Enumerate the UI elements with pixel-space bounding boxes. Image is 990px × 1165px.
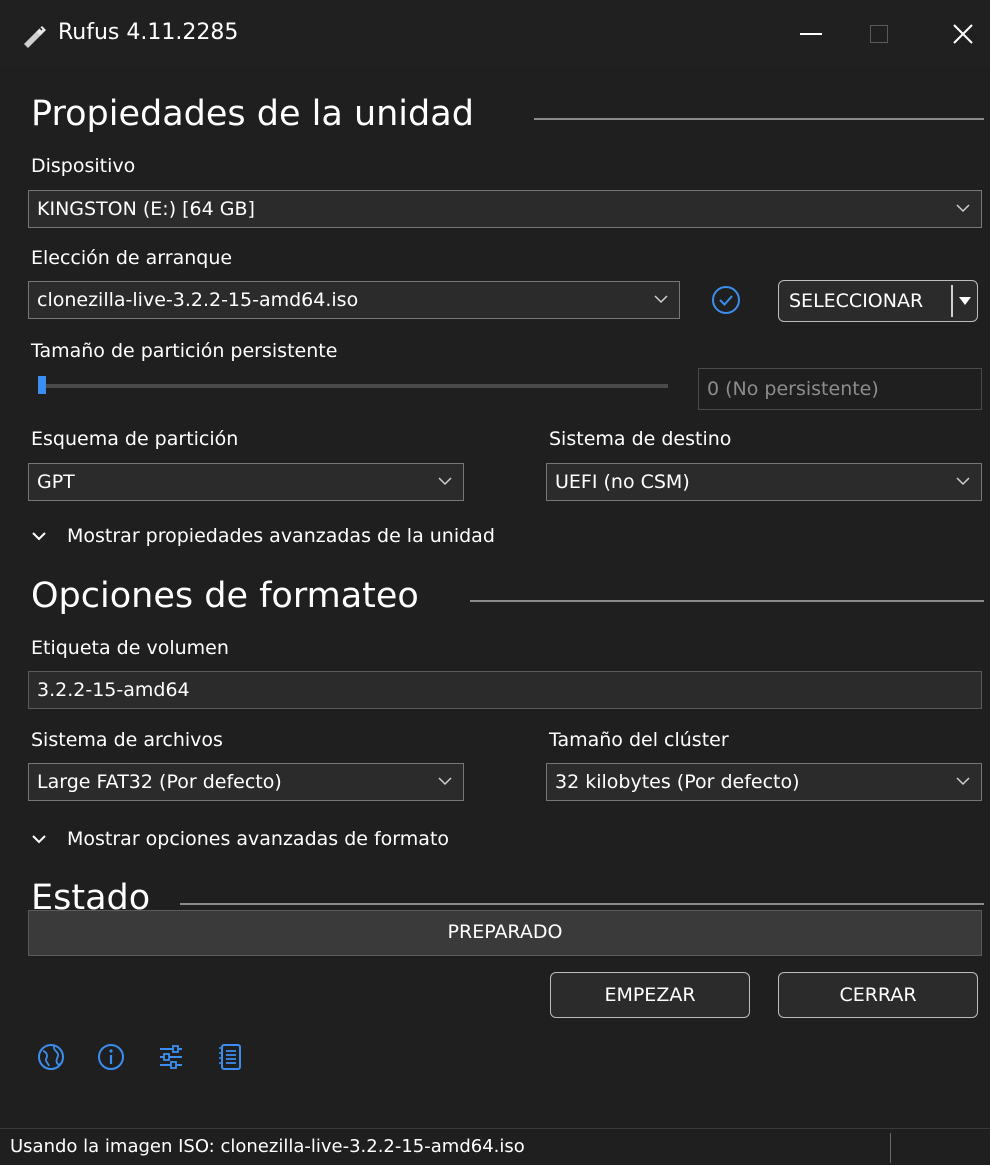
chevron-down-icon — [32, 532, 46, 541]
device-label: Dispositivo — [31, 155, 136, 177]
status-text: PREPARADO — [447, 921, 563, 943]
file-system-value: Large FAT32 (Por defecto) — [37, 771, 282, 793]
minimize-icon — [800, 33, 822, 35]
close-button[interactable]: CERRAR — [778, 972, 978, 1018]
target-system-value: UEFI (no CSM) — [555, 471, 690, 493]
globe-icon[interactable] — [36, 1042, 66, 1072]
usb-drive-icon — [24, 26, 46, 48]
maximize-button[interactable] — [848, 0, 910, 68]
volume-label-value: 3.2.2-15-amd64 — [37, 679, 190, 701]
volume-label-label: Etiqueta de volumen — [31, 637, 229, 659]
chevron-down-icon — [654, 295, 668, 304]
dropdown-arrow-icon[interactable] — [957, 295, 973, 307]
section-divider — [534, 118, 984, 120]
target-system-label: Sistema de destino — [549, 428, 732, 450]
chevron-down-icon — [956, 204, 970, 213]
partition-scheme-dropdown[interactable]: GPT — [28, 463, 464, 501]
status-progress-bar: PREPARADO — [28, 910, 982, 956]
advanced-format-options-label: Mostrar opciones avanzadas de formato — [67, 828, 450, 850]
status-bar-divider — [890, 1133, 891, 1163]
boot-selection-label: Elección de arranque — [31, 247, 233, 269]
device-dropdown[interactable]: KINGSTON (E:) [64 GB] — [28, 190, 982, 228]
persistent-size-field: 0 (No persistente) — [698, 368, 982, 410]
log-icon[interactable] — [216, 1042, 246, 1072]
slider-thumb[interactable] — [38, 376, 46, 394]
format-options-heading: Opciones de formateo — [31, 576, 419, 616]
volume-label-input[interactable]: 3.2.2-15-amd64 — [28, 671, 982, 709]
target-system-dropdown[interactable]: UEFI (no CSM) — [546, 463, 982, 501]
advanced-drive-properties-label: Mostrar propiedades avanzadas de la unid… — [67, 525, 495, 547]
maximize-icon — [870, 25, 888, 43]
drive-properties-heading: Propiedades de la unidad — [31, 94, 474, 134]
partition-scheme-label: Esquema de partición — [31, 428, 239, 450]
chevron-down-icon — [32, 835, 46, 844]
info-icon[interactable] — [96, 1042, 126, 1072]
advanced-drive-properties-toggle[interactable]: Mostrar propiedades avanzadas de la unid… — [31, 522, 495, 550]
device-value: KINGSTON (E:) [64 GB] — [37, 198, 255, 220]
status-bar: Usando la imagen ISO: clonezilla-live-3.… — [0, 1128, 990, 1165]
title-bar: Rufus 4.11.2285 — [0, 0, 990, 68]
close-button-label: CERRAR — [839, 984, 917, 1006]
section-divider — [180, 903, 984, 905]
persistent-size-label: Tamaño de partición persistente — [31, 340, 338, 362]
partition-scheme-value: GPT — [37, 471, 75, 493]
close-icon — [953, 24, 973, 44]
check-circle-icon[interactable] — [710, 284, 742, 316]
start-button[interactable]: EMPEZAR — [550, 972, 750, 1018]
persistent-size-slider[interactable] — [38, 384, 668, 388]
chevron-down-icon — [438, 777, 452, 786]
section-divider — [470, 600, 984, 602]
minimize-button[interactable] — [780, 0, 842, 68]
settings-sliders-icon[interactable] — [156, 1042, 186, 1072]
close-window-button[interactable] — [932, 0, 990, 68]
main-content: Propiedades de la unidad Dispositivo KIN… — [0, 68, 990, 1128]
advanced-format-options-toggle[interactable]: Mostrar opciones avanzadas de formato — [31, 825, 449, 853]
file-system-dropdown[interactable]: Large FAT32 (Por defecto) — [28, 763, 464, 801]
persistent-size-value: 0 (No persistente) — [707, 378, 879, 400]
cluster-size-label: Tamaño del clúster — [549, 729, 729, 751]
select-image-button[interactable]: SELECCIONAR — [778, 280, 978, 322]
start-button-label: EMPEZAR — [604, 984, 696, 1006]
split-divider — [951, 285, 953, 317]
select-button-label: SELECCIONAR — [789, 290, 924, 312]
status-bar-text: Usando la imagen ISO: clonezilla-live-3.… — [10, 1136, 525, 1157]
chevron-down-icon — [438, 477, 452, 486]
boot-selection-value: clonezilla-live-3.2.2-15-amd64.iso — [37, 289, 359, 311]
chevron-down-icon — [956, 477, 970, 486]
window-title: Rufus 4.11.2285 — [58, 20, 239, 45]
cluster-size-dropdown[interactable]: 32 kilobytes (Por defecto) — [546, 763, 982, 801]
cluster-size-value: 32 kilobytes (Por defecto) — [555, 771, 800, 793]
boot-selection-dropdown[interactable]: clonezilla-live-3.2.2-15-amd64.iso — [28, 281, 680, 319]
chevron-down-icon — [956, 777, 970, 786]
file-system-label: Sistema de archivos — [31, 729, 223, 751]
